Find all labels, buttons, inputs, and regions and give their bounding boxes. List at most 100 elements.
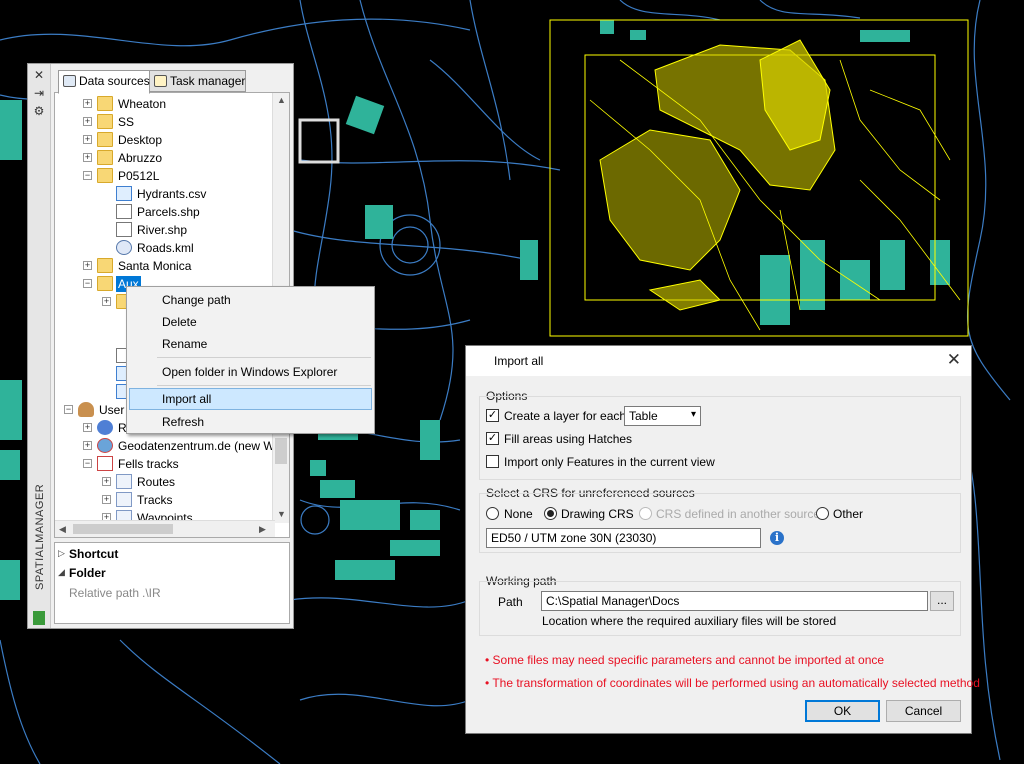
menu-item-change-path[interactable]: Change path (129, 289, 372, 311)
folder-icon (97, 96, 113, 111)
tree-item-roads[interactable]: Roads.kml (55, 239, 275, 257)
menu-item-refresh[interactable]: Refresh (129, 411, 372, 433)
tree-item-abruzzo[interactable]: + Abruzzo (55, 149, 275, 167)
crs-radio-drawing[interactable] (544, 507, 557, 520)
scrollbar-thumb[interactable] (73, 524, 173, 534)
collapse-icon[interactable]: − (83, 171, 92, 180)
crs-radio-label: Drawing CRS (561, 507, 634, 521)
create-layer-checkbox[interactable]: ✓ (486, 409, 499, 422)
property-category-label: Shortcut (69, 547, 119, 561)
crs-value-field[interactable]: ED50 / UTM zone 30N (23030) (486, 528, 761, 548)
tree-item-label: Hydrants.csv (137, 187, 207, 201)
crs-radio-label: None (504, 507, 533, 521)
tree-item-desktop[interactable]: + Desktop (55, 131, 275, 149)
close-icon[interactable]: ✕ (947, 350, 961, 370)
tree-item-label: Tracks (137, 493, 173, 507)
browse-button[interactable]: ... (930, 591, 954, 611)
menu-item-open-folder[interactable]: Open folder in Windows Explorer (129, 361, 372, 383)
tree-item-geodatenzentrum[interactable]: + Geodatenzentrum.de (new W (55, 437, 275, 455)
property-relative-path[interactable]: Relative path .\IR (55, 583, 289, 602)
expand-icon[interactable]: + (83, 423, 92, 432)
fill-hatches-checkbox[interactable]: ✓ (486, 432, 499, 445)
tree-item-label: Routes (137, 475, 176, 489)
context-menu: Change path Delete Rename Open folder in… (126, 286, 375, 434)
dialog-title: Import all (494, 354, 544, 368)
menu-item-label: Refresh (162, 415, 205, 429)
property-key: Relative path (69, 586, 140, 600)
expand-icon[interactable]: + (83, 99, 92, 108)
path-input[interactable]: C:\Spatial Manager\Docs (541, 591, 928, 611)
expand-icon[interactable]: + (83, 261, 92, 270)
scrollbar-thumb[interactable] (275, 438, 287, 464)
scroll-right-icon[interactable]: ▶ (259, 524, 266, 535)
wfs-icon (97, 438, 113, 453)
scroll-left-icon[interactable]: ◀ (59, 524, 66, 535)
tab-data-sources[interactable]: Data sources (58, 70, 150, 94)
tree-item-tracks[interactable]: + Tracks (55, 491, 275, 509)
settings-icon[interactable]: ⚙ (32, 104, 46, 118)
crs-radio-none[interactable] (486, 507, 499, 520)
expand-icon[interactable]: + (83, 135, 92, 144)
menu-item-rename[interactable]: Rename (129, 333, 372, 355)
tree-item-label: Roads.kml (137, 241, 194, 255)
tree-item-river[interactable]: River.shp (55, 221, 275, 239)
tree-item-fells-tracks[interactable]: − Fells tracks (55, 455, 275, 473)
tree-item-ss[interactable]: + SS (55, 113, 275, 131)
close-icon[interactable]: ✕ (32, 68, 46, 82)
user-icon (78, 402, 94, 417)
tree-item-hydrants[interactable]: Hydrants.csv (55, 185, 275, 203)
expand-icon[interactable]: + (102, 297, 111, 306)
property-category-shortcut[interactable]: ▷ Shortcut (55, 545, 289, 564)
auto-hide-icon[interactable]: ⇥ (32, 86, 46, 100)
spatial-manager-logo-icon (33, 611, 45, 625)
tree-item-label: Desktop (118, 133, 163, 147)
cancel-button[interactable]: Cancel (886, 700, 961, 722)
tab-task-manager[interactable]: Task manager (149, 70, 246, 92)
expand-icon[interactable]: + (102, 495, 111, 504)
tree-item-santa-monica[interactable]: + Santa Monica (55, 257, 275, 275)
collapse-icon[interactable]: − (64, 405, 73, 414)
crs-radio-other[interactable] (816, 507, 829, 520)
expand-arrow-icon[interactable]: ▷ (58, 548, 65, 559)
tree-item-routes[interactable]: + Routes (55, 473, 275, 491)
palette-side-strip: ✕ ⇥ ⚙ SPATIALMANAGER (28, 64, 51, 628)
chevron-down-icon: ▾ (690, 409, 696, 420)
table-icon (116, 492, 132, 507)
tree-item-parcels[interactable]: Parcels.shp (55, 203, 275, 221)
expand-icon[interactable]: + (102, 477, 111, 486)
folder-icon (97, 258, 113, 273)
scroll-up-icon[interactable]: ▲ (277, 95, 286, 105)
csv-icon (116, 186, 132, 201)
ok-button[interactable]: OK (805, 700, 880, 722)
tree-item-label: Parcels.shp (137, 205, 200, 219)
expand-icon[interactable]: + (83, 441, 92, 450)
expand-icon[interactable]: + (83, 153, 92, 162)
shapefile-icon (116, 204, 132, 219)
menu-item-delete[interactable]: Delete (129, 311, 372, 333)
crs-radio-another-source (639, 507, 652, 520)
import-all-dialog: Import all ✕ Options ✓ Create a layer fo… (465, 345, 980, 734)
property-category-folder[interactable]: ◢ Folder (55, 564, 289, 583)
path-hint: Location where the required auxiliary fi… (542, 614, 837, 628)
info-icon[interactable]: i (770, 531, 784, 545)
expand-icon[interactable]: + (83, 117, 92, 126)
create-layer-select[interactable]: Table ▾ (624, 406, 701, 426)
crs-value: ED50 / UTM zone 30N (23030) (491, 531, 657, 545)
import-view-checkbox[interactable] (486, 455, 499, 468)
collapse-icon[interactable]: − (83, 459, 92, 468)
collapse-icon[interactable]: − (83, 279, 92, 288)
scroll-down-icon[interactable]: ▼ (277, 509, 286, 519)
tree-item-p0512l[interactable]: − P0512L (55, 167, 275, 185)
tree-item-label: River.shp (137, 223, 188, 237)
tree-item-wheaton[interactable]: + Wheaton (55, 95, 275, 113)
dialog-title-bar[interactable]: Import all ✕ (466, 346, 971, 376)
path-value: C:\Spatial Manager\Docs (546, 594, 680, 608)
collapse-arrow-icon[interactable]: ◢ (58, 567, 65, 578)
tree-item-label: Santa Monica (118, 259, 192, 273)
tree-horizontal-scrollbar[interactable]: ◀ ▶ (55, 520, 275, 537)
task-manager-icon (154, 75, 167, 87)
tab-label: Task manager (170, 74, 246, 88)
import-view-label: Import only Features in the current view (504, 455, 715, 469)
menu-item-import-all[interactable]: Import all (129, 388, 372, 410)
data-sources-icon (63, 75, 76, 87)
